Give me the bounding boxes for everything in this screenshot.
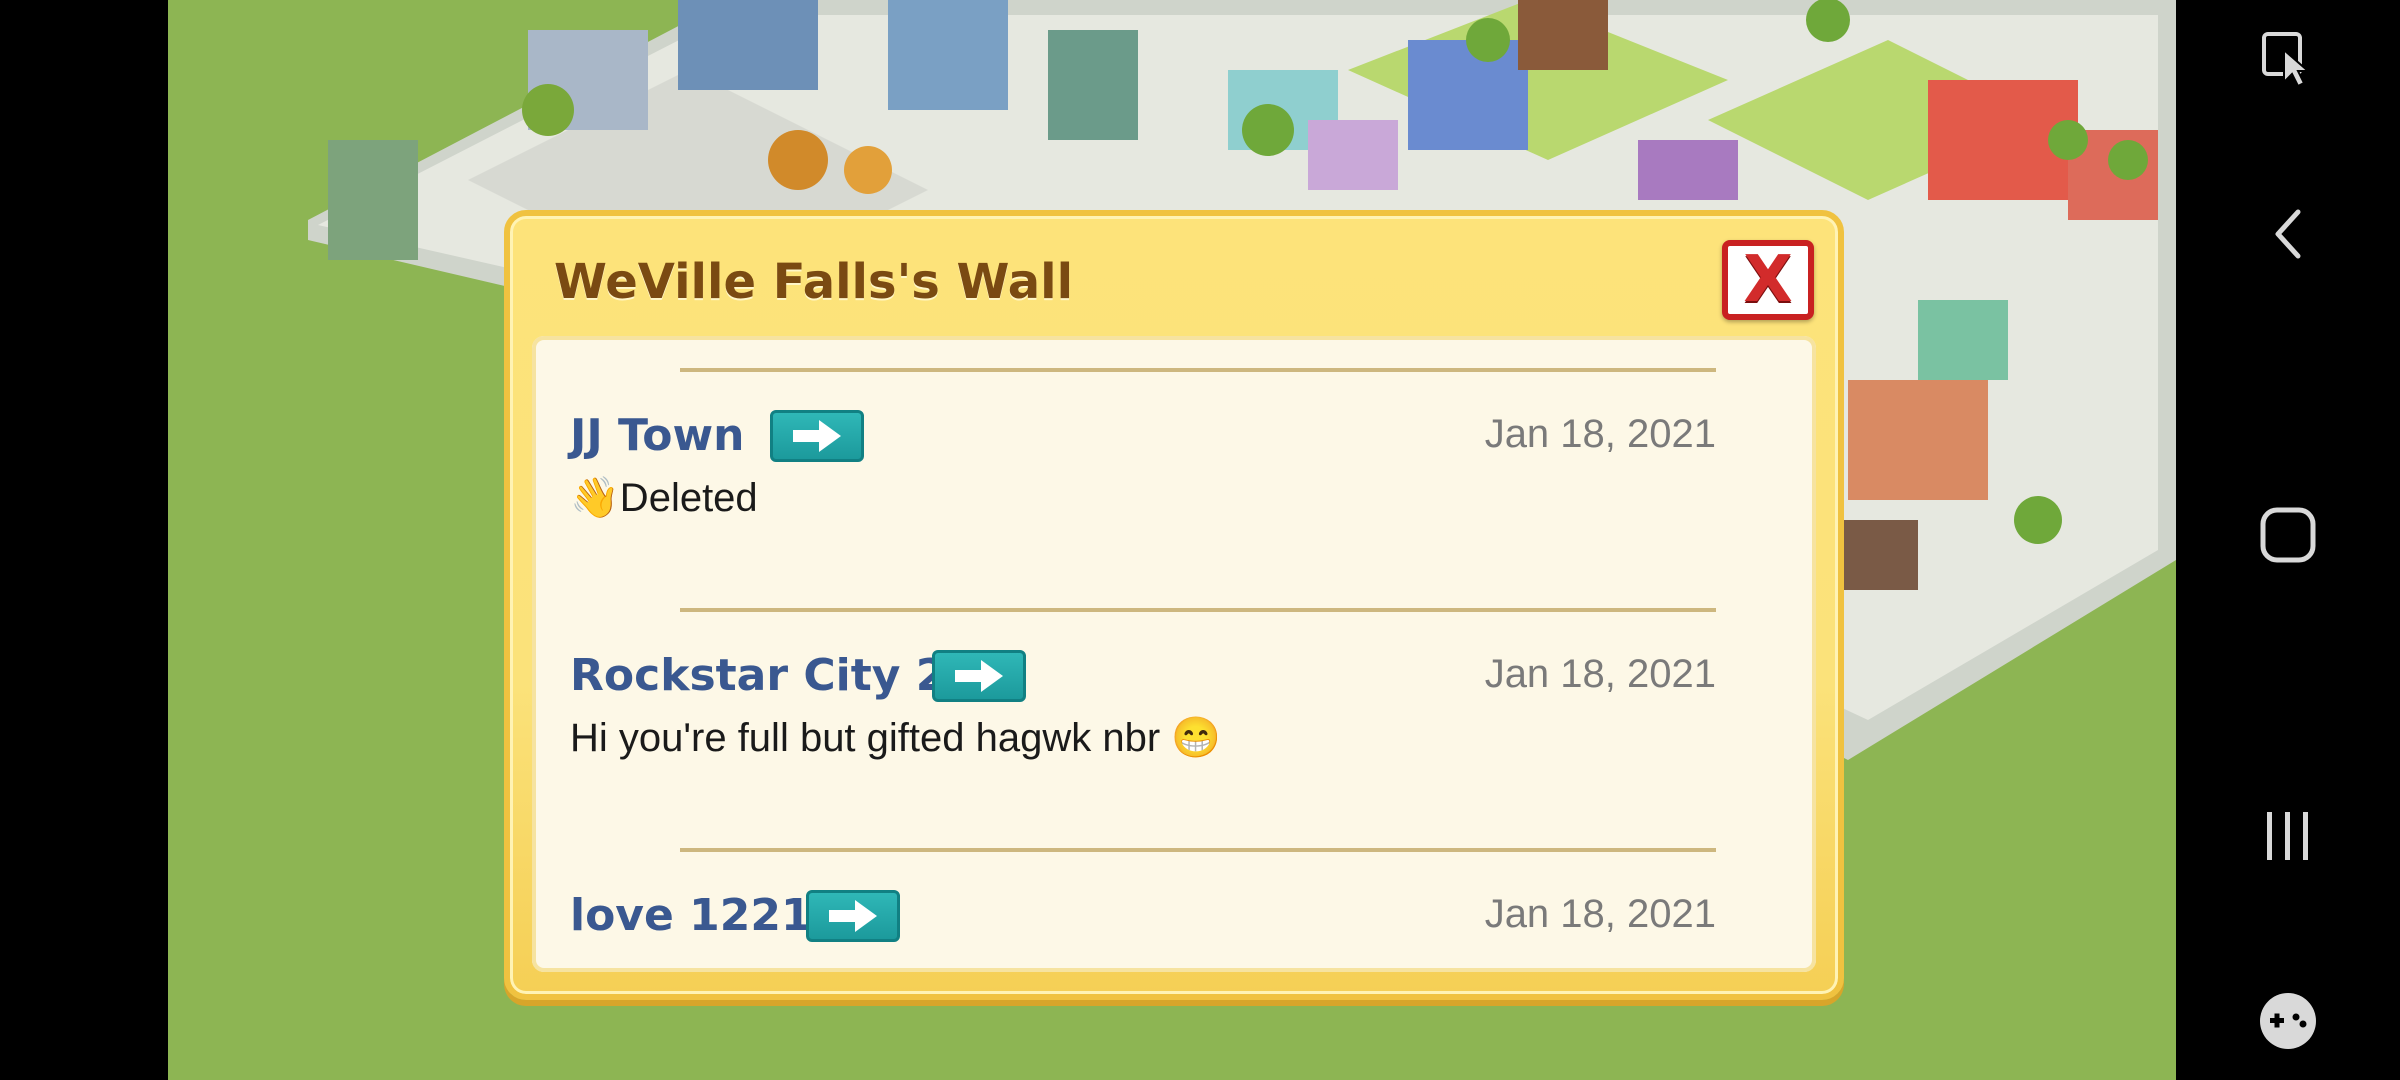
close-icon: X bbox=[1743, 243, 1793, 317]
post-divider bbox=[680, 848, 1716, 852]
game-controller-icon[interactable] bbox=[2256, 992, 2320, 1050]
arrow-right-icon bbox=[829, 900, 877, 932]
post-date: Jan 18, 2021 bbox=[1484, 412, 1716, 456]
back-icon[interactable] bbox=[2268, 206, 2308, 262]
arrow-right-icon bbox=[793, 420, 841, 452]
wall-dialog: WeVille Falls's Wall X JJ Town Jan 18, 2… bbox=[504, 210, 1844, 1000]
post-message: Hi you're full but gifted hagwk nbr 😁 bbox=[570, 716, 1222, 760]
post-author[interactable]: Rockstar City 2 bbox=[570, 650, 946, 701]
arrow-right-icon bbox=[955, 660, 1003, 692]
close-button[interactable]: X bbox=[1722, 240, 1814, 320]
post-author[interactable]: JJ Town bbox=[570, 410, 744, 461]
post-date: Jan 18, 2021 bbox=[1484, 892, 1716, 936]
system-nav-bar bbox=[2176, 0, 2400, 1080]
post-divider bbox=[680, 608, 1716, 612]
post-author[interactable]: love 1221 bbox=[570, 890, 812, 941]
game-viewport[interactable]: WeVille Falls's Wall X JJ Town Jan 18, 2… bbox=[168, 0, 2176, 1080]
post-message: 👋Deleted bbox=[570, 476, 758, 520]
dialog-title: WeVille Falls's Wall bbox=[554, 254, 1074, 310]
wall-post: love 1221 Jan 18, 2021 bbox=[570, 848, 1716, 972]
home-icon[interactable] bbox=[2258, 505, 2318, 565]
post-date: Jan 18, 2021 bbox=[1484, 652, 1716, 696]
wall-posts-list[interactable]: JJ Town Jan 18, 2021 👋Deleted Rockstar C… bbox=[532, 336, 1816, 972]
wall-post: JJ Town Jan 18, 2021 👋Deleted bbox=[570, 368, 1716, 588]
wall-post: Rockstar City 2 Jan 18, 2021 Hi you're f… bbox=[570, 608, 1716, 828]
visit-town-button[interactable] bbox=[932, 650, 1026, 702]
recents-icon[interactable] bbox=[2261, 810, 2315, 862]
visit-town-button[interactable] bbox=[770, 410, 864, 462]
pointer-icon[interactable] bbox=[2260, 30, 2316, 90]
post-divider bbox=[680, 368, 1716, 372]
visit-town-button[interactable] bbox=[806, 890, 900, 942]
